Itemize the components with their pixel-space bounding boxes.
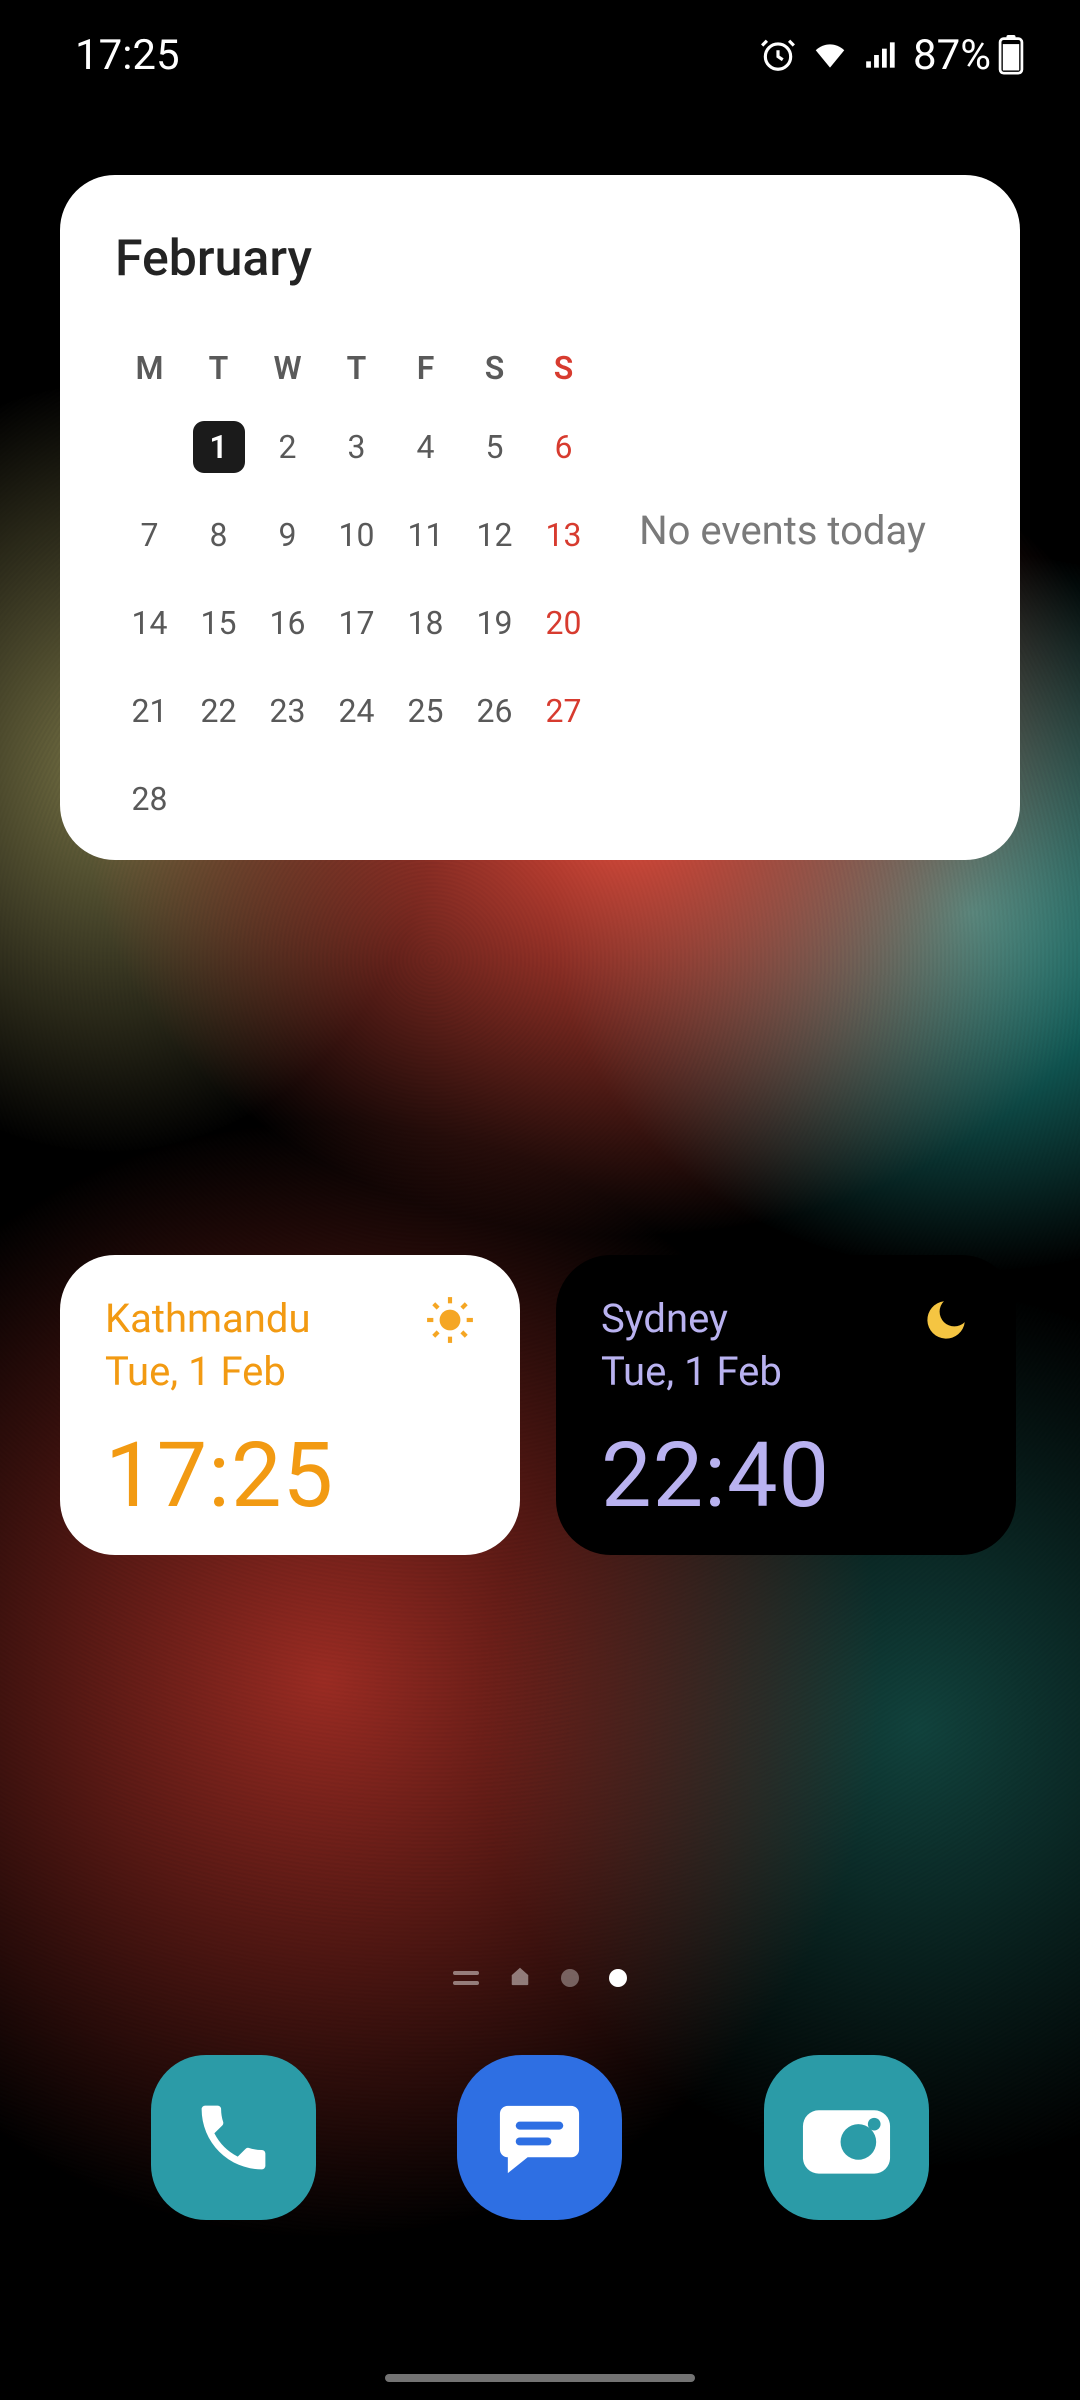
home-page-indicator[interactable] (509, 1965, 531, 1991)
page-dot-active[interactable] (609, 1969, 627, 1987)
gesture-nav-bar[interactable] (385, 2374, 695, 2382)
world-clock-kathmandu[interactable]: Kathmandu Tue, 1 Feb 17:25 (60, 1255, 520, 1555)
calendar-widget[interactable]: February MTWTFSS123456789101112131415161… (60, 175, 1020, 860)
calendar-day-cell[interactable]: 26 (460, 667, 529, 755)
calendar-day-header: S (460, 333, 529, 403)
calendar-day-cell[interactable]: 9 (253, 491, 322, 579)
calendar-day-cell[interactable]: 17 (322, 579, 391, 667)
clock-city: Sydney (601, 1295, 782, 1342)
calendar-day-cell[interactable]: 13 (529, 491, 598, 579)
calendar-day-cell[interactable]: 5 (460, 403, 529, 491)
calendar-day-cell[interactable]: 16 (253, 579, 322, 667)
calendar-day-cell[interactable]: 12 (460, 491, 529, 579)
calendar-day-cell[interactable]: 25 (391, 667, 460, 755)
calendar-day-header: F (391, 333, 460, 403)
calendar-day-cell[interactable]: 11 (391, 491, 460, 579)
calendar-day-header: S (529, 333, 598, 403)
status-clock: 17:25 (75, 31, 180, 80)
status-icons: 87% (759, 31, 1025, 80)
clock-time: 22:40 (601, 1423, 971, 1528)
dock (0, 2055, 1080, 2220)
calendar-day-cell[interactable]: 28 (115, 755, 184, 843)
clock-time: 17:25 (105, 1423, 475, 1528)
calendar-day-cell[interactable]: 15 (184, 579, 253, 667)
page-dot[interactable] (561, 1969, 579, 1987)
calendar-day-cell[interactable]: 20 (529, 579, 598, 667)
page-indicators[interactable] (0, 1965, 1080, 1991)
calendar-day-cell[interactable]: 22 (184, 667, 253, 755)
calendar-day-cell (529, 755, 598, 843)
calendar-events-text: No events today (639, 507, 926, 554)
calendar-day-header: T (322, 333, 391, 403)
calendar-month-title: February (115, 230, 600, 288)
signal-icon (863, 36, 901, 74)
calendar-grid: MTWTFSS123456789101112131415161718192021… (115, 333, 600, 843)
calendar-day-cell[interactable]: 27 (529, 667, 598, 755)
calendar-day-cell[interactable]: 7 (115, 491, 184, 579)
calendar-day-cell[interactable]: 19 (460, 579, 529, 667)
camera-app-icon[interactable] (764, 2055, 929, 2220)
phone-app-icon[interactable] (151, 2055, 316, 2220)
calendar-day-cell (115, 403, 184, 491)
calendar-day-header: T (184, 333, 253, 403)
calendar-day-cell[interactable]: 18 (391, 579, 460, 667)
battery-icon (997, 35, 1025, 75)
calendar-day-cell (184, 755, 253, 843)
calendar-day-cell[interactable]: 2 (253, 403, 322, 491)
wifi-icon (809, 36, 851, 74)
clock-city: Kathmandu (105, 1295, 311, 1342)
calendar-day-cell[interactable]: 4 (391, 403, 460, 491)
calendar-day-cell[interactable]: 6 (529, 403, 598, 491)
calendar-day-cell[interactable]: 14 (115, 579, 184, 667)
apps-drawer-indicator[interactable] (453, 1971, 479, 1985)
calendar-day-cell (460, 755, 529, 843)
clock-date: Tue, 1 Feb (105, 1348, 311, 1395)
calendar-day-cell[interactable]: 23 (253, 667, 322, 755)
messages-app-icon[interactable] (457, 2055, 622, 2220)
calendar-day-cell[interactable]: 21 (115, 667, 184, 755)
calendar-day-cell (322, 755, 391, 843)
moon-icon (921, 1295, 971, 1349)
world-clock-sydney[interactable]: Sydney Tue, 1 Feb 22:40 (556, 1255, 1016, 1555)
calendar-day-cell[interactable]: 24 (322, 667, 391, 755)
calendar-day-cell (253, 755, 322, 843)
calendar-day-header: W (253, 333, 322, 403)
status-bar[interactable]: 17:25 87% (0, 0, 1080, 110)
battery-percent: 87% (913, 31, 991, 80)
calendar-day-cell (391, 755, 460, 843)
calendar-day-cell[interactable]: 10 (322, 491, 391, 579)
sun-icon (425, 1295, 475, 1349)
calendar-day-header: M (115, 333, 184, 403)
calendar-day-cell[interactable]: 1 (184, 403, 253, 491)
calendar-day-cell[interactable]: 3 (322, 403, 391, 491)
alarm-icon (759, 36, 797, 74)
calendar-day-cell[interactable]: 8 (184, 491, 253, 579)
clock-date: Tue, 1 Feb (601, 1348, 782, 1395)
